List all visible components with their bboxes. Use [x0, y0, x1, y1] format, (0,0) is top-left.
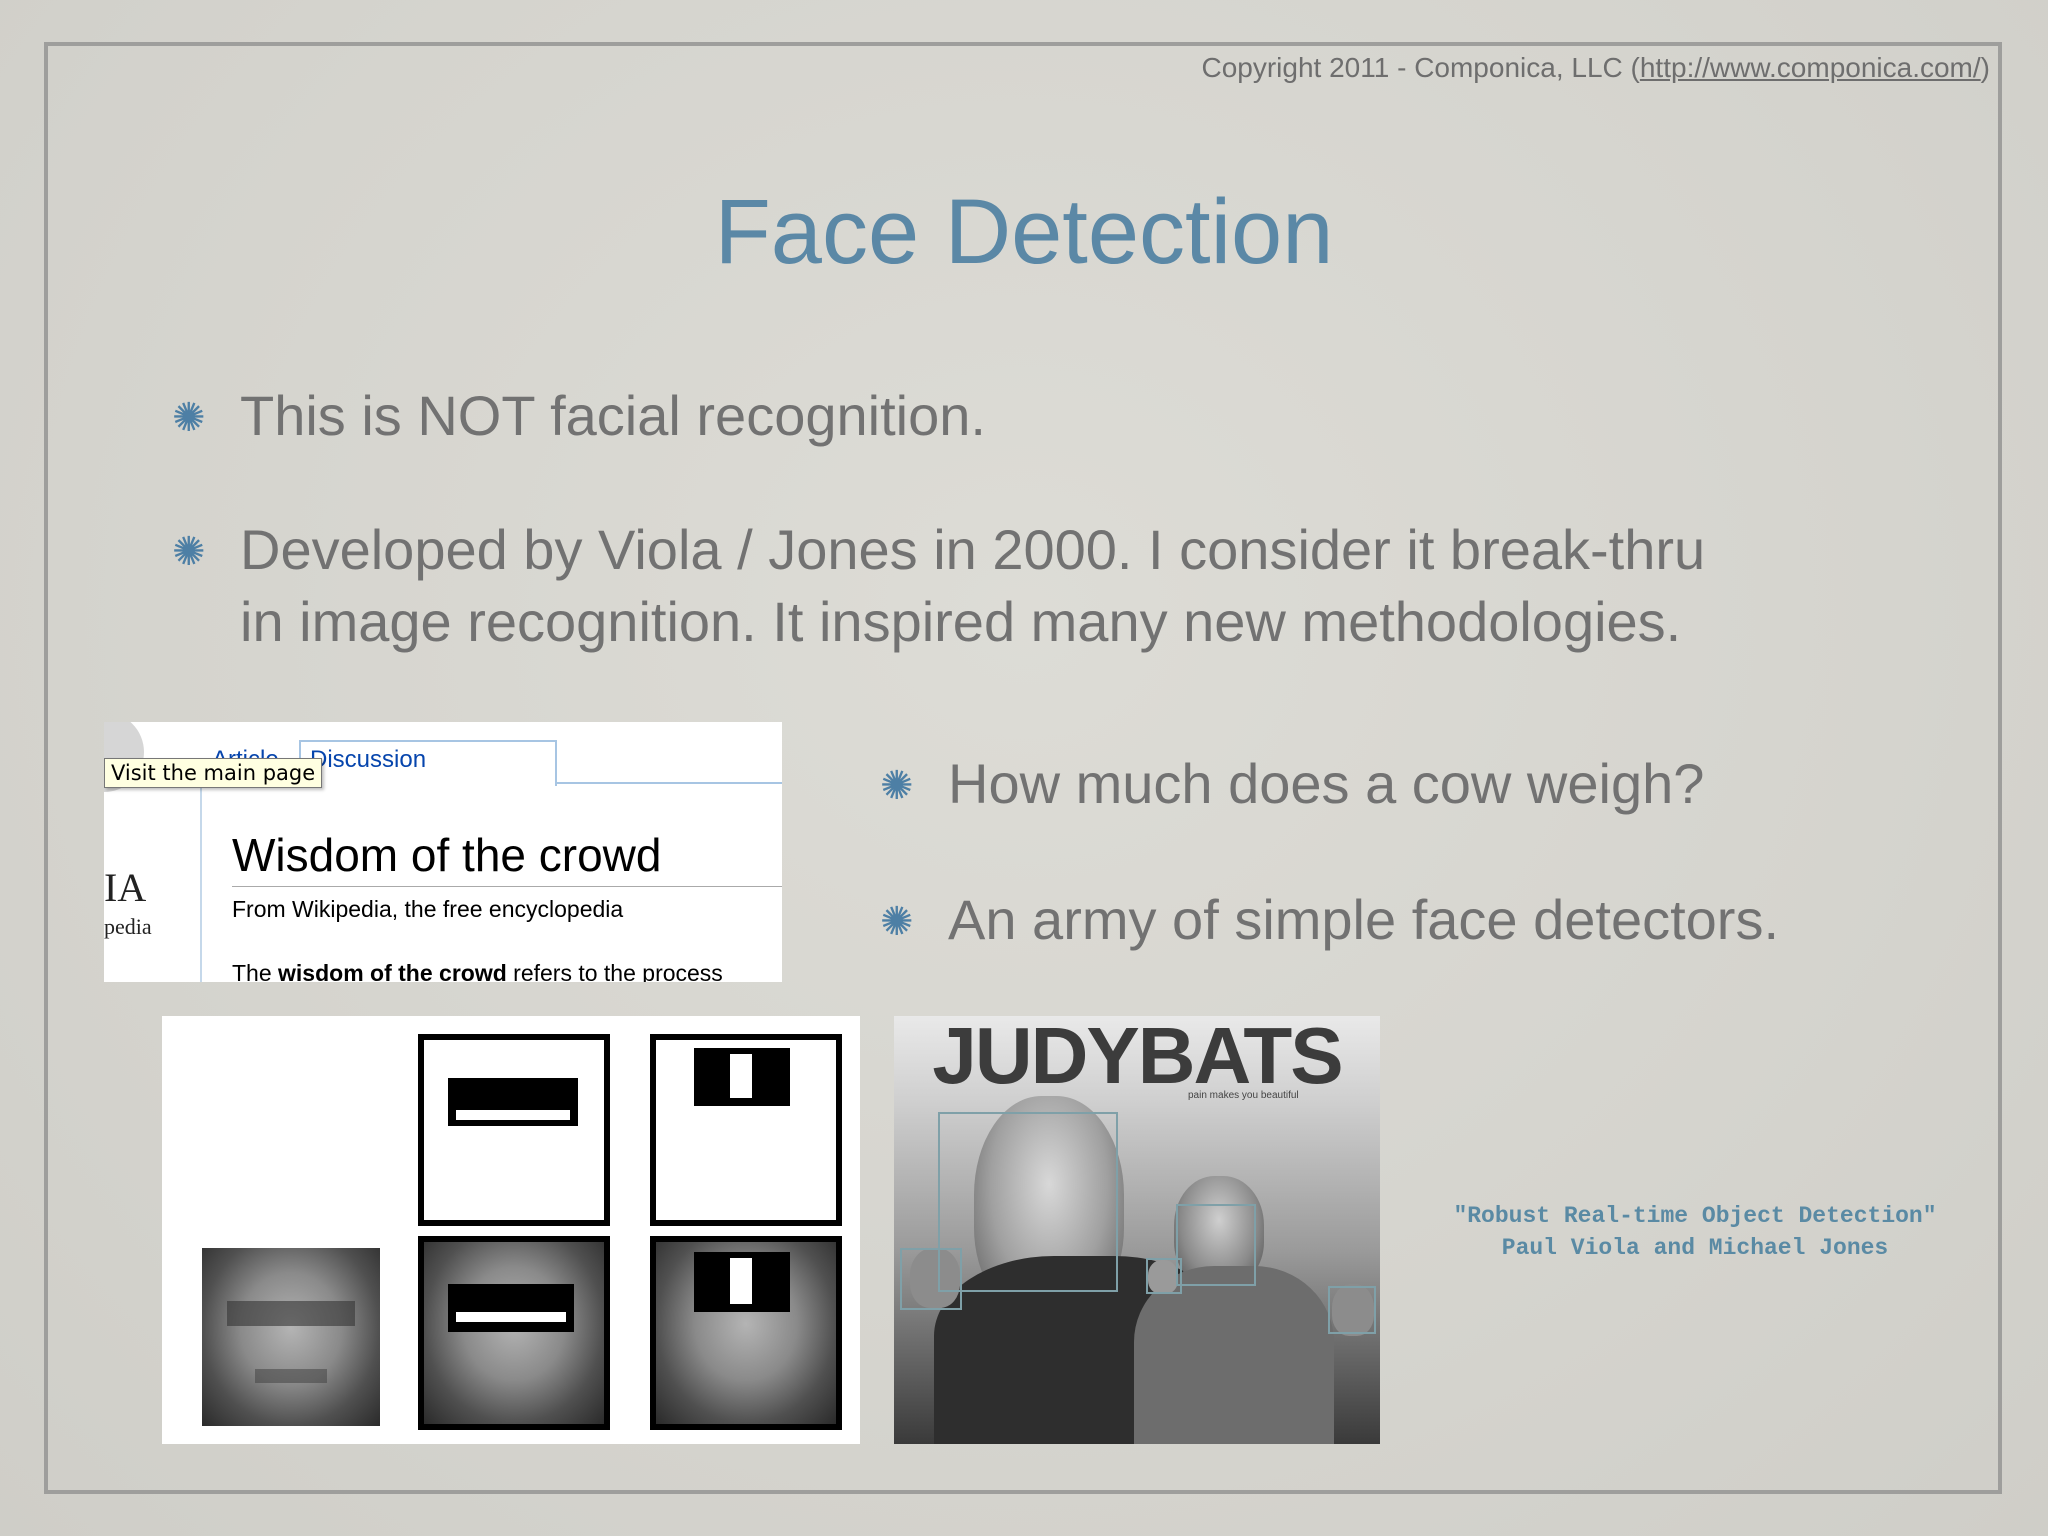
haar-light-band [730, 1258, 752, 1304]
wiki-body-bold: wisdom of the crowd [278, 960, 507, 982]
wiki-sidebar-divider [200, 782, 202, 982]
copyright-text: Copyright 2011 - Componica, LLC ( [1201, 52, 1640, 83]
face-eyes-shade [226, 1301, 356, 1327]
wiki-article-body: The wisdom of the crowd refers to the pr… [232, 960, 723, 982]
citation-authors: Paul Viola and Michael Jones [1501, 1235, 1889, 1261]
wikipedia-logo-text: IA [104, 865, 147, 910]
bullet-text: How much does a cow weigh? [948, 752, 1705, 815]
wiki-article-subheading: From Wikipedia, the free encyclopedia [232, 896, 624, 922]
wikipedia-logo-subtext: pedia [104, 914, 152, 939]
bullet-text: in image recognition. It inspired many n… [240, 590, 1682, 653]
haar-light-band [456, 1110, 570, 1120]
bullet-text: An army of simple face detectors. [948, 888, 1780, 951]
slide-title: Face Detection [714, 181, 1334, 283]
copyright-notice: Copyright 2011 - Componica, LLC (http://… [1201, 52, 1990, 84]
photo-tagline: pain makes you beautiful [1188, 1090, 1299, 1101]
haar-dark-band [448, 1284, 574, 1332]
detection-box [1176, 1204, 1256, 1286]
face-with-horizontal-feature [418, 1236, 610, 1430]
wiki-article-heading: Wisdom of the crowd [232, 829, 662, 881]
paper-citation: "Robust Real-time Object Detection" Paul… [1420, 1200, 1970, 1264]
wiki-body-prefix: The [232, 960, 279, 982]
haar-feature-horizontal [418, 1034, 610, 1226]
wikipedia-screenshot: IA pedia Article Discussion Visit the ma… [104, 722, 782, 982]
face-sample [202, 1248, 380, 1426]
detection-box [1328, 1286, 1376, 1334]
detection-box [900, 1248, 962, 1310]
copyright-suffix: ) [1980, 52, 1990, 83]
face-sample [424, 1242, 604, 1424]
haar-features-figure [162, 1016, 860, 1444]
bullet-icon: ✺ [880, 764, 914, 808]
componica-link[interactable]: http://www.componica.com/ [1640, 52, 1981, 83]
haar-feature-vertical [650, 1034, 842, 1226]
citation-title: "Robust Real-time Object Detection" [1453, 1203, 1937, 1229]
detection-box [1146, 1258, 1182, 1294]
bullet-icon: ✺ [880, 900, 914, 944]
band-photo-detections: JUDYBATS pain makes you beautiful [894, 1016, 1380, 1444]
bullet-text: Developed by Viola / Jones in 2000. I co… [240, 518, 1706, 581]
bullet-icon: ✺ [172, 530, 206, 574]
bullet-text: This is NOT facial recognition. [240, 384, 986, 447]
face-with-vertical-feature [650, 1236, 842, 1430]
haar-light-band [456, 1312, 566, 1322]
face-mouth-shade [255, 1369, 327, 1384]
detection-box [938, 1112, 1118, 1292]
bullet-icon: ✺ [172, 396, 206, 440]
photo-brand-text: JUDYBATS [932, 1016, 1343, 1100]
wiki-body-suffix: refers to the process [506, 960, 723, 982]
wiki-tab-discussion: Discussion [310, 746, 427, 773]
haar-light-band [730, 1054, 752, 1098]
slide: Copyright 2011 - Componica, LLC (http://… [0, 0, 2048, 1536]
wiki-heading-rule [232, 886, 782, 887]
wiki-tooltip: Visit the main page [104, 758, 323, 788]
